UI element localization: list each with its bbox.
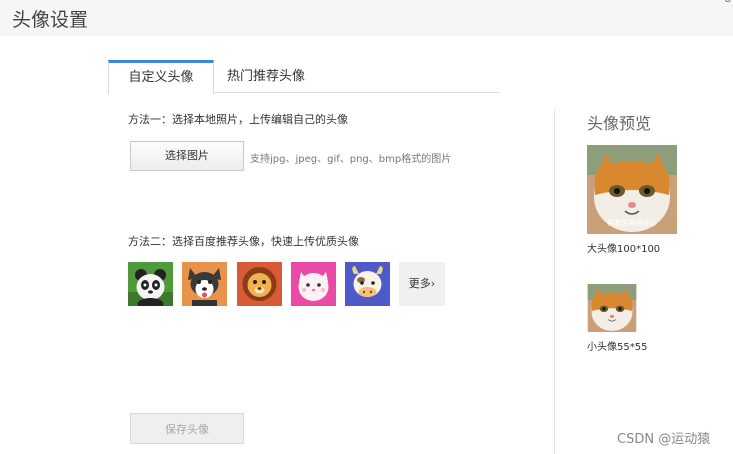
tab-custom-avatar[interactable]: 自定义头像	[108, 60, 214, 94]
recommended-avatar-cow[interactable]	[345, 262, 390, 306]
small-avatar-preview	[587, 284, 637, 332]
header-bar: 头像设置 8	[0, 0, 733, 36]
choose-image-button[interactable]: 选择图片	[130, 141, 244, 171]
recommended-avatar-lion[interactable]	[237, 262, 282, 306]
recommended-avatar-pink-cat[interactable]	[291, 262, 336, 306]
recommended-avatar-panda[interactable]	[128, 262, 173, 306]
more-avatars-button[interactable]: 更多›	[399, 262, 445, 306]
tab-popular-avatar[interactable]: 热门推荐头像	[216, 60, 316, 93]
format-hint: 支持jpg、jpeg、gif、png、bmp格式的图片	[250, 154, 452, 165]
page-title: 头像设置	[12, 9, 89, 31]
method1-label: 方法一：选择本地照片，上传编辑自己的头像	[128, 113, 348, 126]
large-avatar-preview: 笑着笑笑得开心	[587, 145, 677, 234]
large-avatar-label: 大头像100*100	[587, 244, 661, 255]
tab-bar: 自定义头像 热门推荐头像	[108, 60, 499, 94]
column-divider	[554, 110, 555, 454]
recommended-avatar-husky[interactable]	[182, 262, 227, 306]
save-avatar-button[interactable]: 保存头像	[130, 413, 244, 444]
corner-mark: 8	[725, 0, 731, 5]
preview-title: 头像预览	[587, 114, 652, 133]
watermark: CSDN @运动猿	[617, 432, 711, 447]
preview-caption: 笑着笑笑得开心	[608, 218, 657, 227]
small-avatar-label: 小头像55*55	[587, 342, 648, 353]
method2-label: 方法二：选择百度推荐头像，快速上传优质头像	[128, 235, 359, 248]
